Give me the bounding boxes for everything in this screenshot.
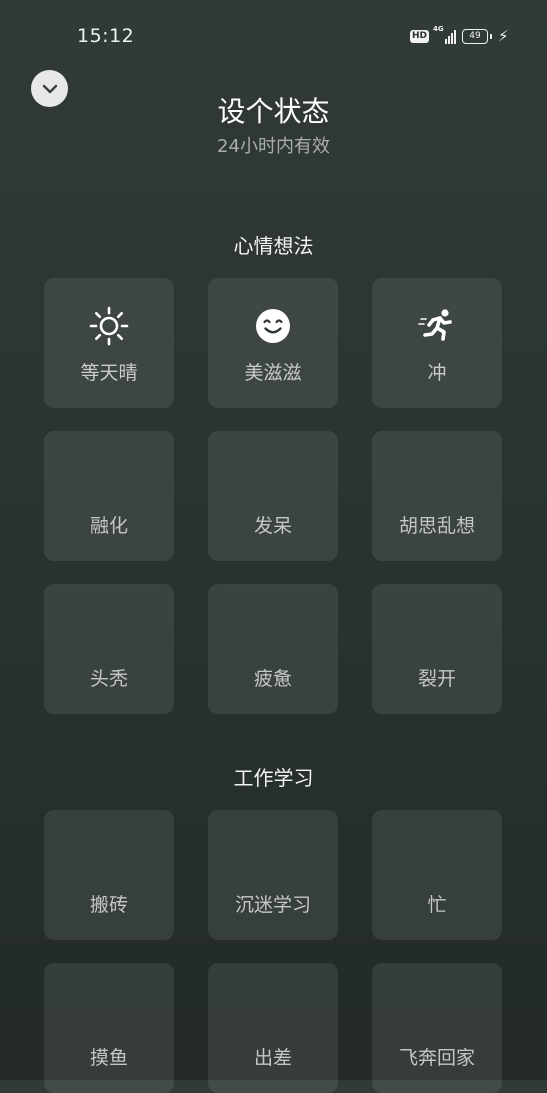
status-tile-rush[interactable]: 冲 — [372, 278, 502, 408]
tile-label: 融化 — [89, 515, 128, 537]
tile-label: 摸鱼 — [89, 1047, 128, 1069]
tile-label: 飞奔回家 — [398, 1047, 475, 1069]
status-tile-slacking[interactable]: 摸鱼 — [44, 963, 174, 1093]
tile-label: 沉迷学习 — [234, 894, 311, 916]
tile-label: 疲惫 — [253, 668, 292, 690]
tile-label: 美滋滋 — [244, 362, 302, 384]
status-tile-happy[interactable]: 美滋滋 — [208, 278, 338, 408]
tile-label: 胡思乱想 — [398, 515, 475, 537]
sun-icon — [89, 306, 129, 346]
status-bar: 15:12 HD 4G 49 ⚡ — [0, 0, 547, 70]
status-tile-sunny[interactable]: 等天晴 — [44, 278, 174, 408]
status-tile-tired[interactable]: 疲惫 — [208, 584, 338, 714]
status-tile-cracked[interactable]: 裂开 — [372, 584, 502, 714]
page-title: 设个状态 — [217, 95, 330, 128]
tile-label: 等天晴 — [80, 362, 138, 384]
section-title-mood: 心情想法 — [233, 234, 314, 258]
tile-label: 发呆 — [253, 515, 292, 537]
status-tile-rush-home[interactable]: 飞奔回家 — [372, 963, 502, 1093]
status-tile-studying[interactable]: 沉迷学习 — [208, 810, 338, 940]
page-subtitle: 24小时内有效 — [217, 136, 330, 157]
status-tile-wandering-thoughts[interactable]: 胡思乱想 — [372, 431, 502, 561]
status-tile-bald[interactable]: 头秃 — [44, 584, 174, 714]
status-tile-melt[interactable]: 融化 — [44, 431, 174, 561]
network-type: 4G — [433, 25, 444, 33]
charging-icon: ⚡ — [498, 27, 509, 45]
hd-badge: HD — [410, 29, 430, 43]
status-icons: HD 4G 49 ⚡ — [410, 25, 509, 45]
tile-label: 忙 — [427, 894, 447, 916]
status-tile-grind[interactable]: 搬砖 — [44, 810, 174, 940]
tile-label: 裂开 — [417, 668, 456, 690]
battery-level: 49 — [462, 28, 489, 44]
tile-label: 头秃 — [89, 668, 128, 690]
signal-icon: 4G — [433, 25, 457, 44]
tile-label: 出差 — [253, 1047, 292, 1069]
status-time: 15:12 — [77, 25, 135, 47]
smile-icon — [256, 309, 290, 343]
running-icon — [418, 309, 452, 341]
tile-label: 冲 — [427, 362, 447, 384]
battery-icon: 49 — [462, 28, 493, 44]
tile-label: 搬砖 — [89, 894, 128, 916]
status-tile-daze[interactable]: 发呆 — [208, 431, 338, 561]
section-title-work: 工作学习 — [233, 766, 314, 790]
status-tile-busy[interactable]: 忙 — [372, 810, 502, 940]
status-tile-business-trip[interactable]: 出差 — [208, 963, 338, 1093]
